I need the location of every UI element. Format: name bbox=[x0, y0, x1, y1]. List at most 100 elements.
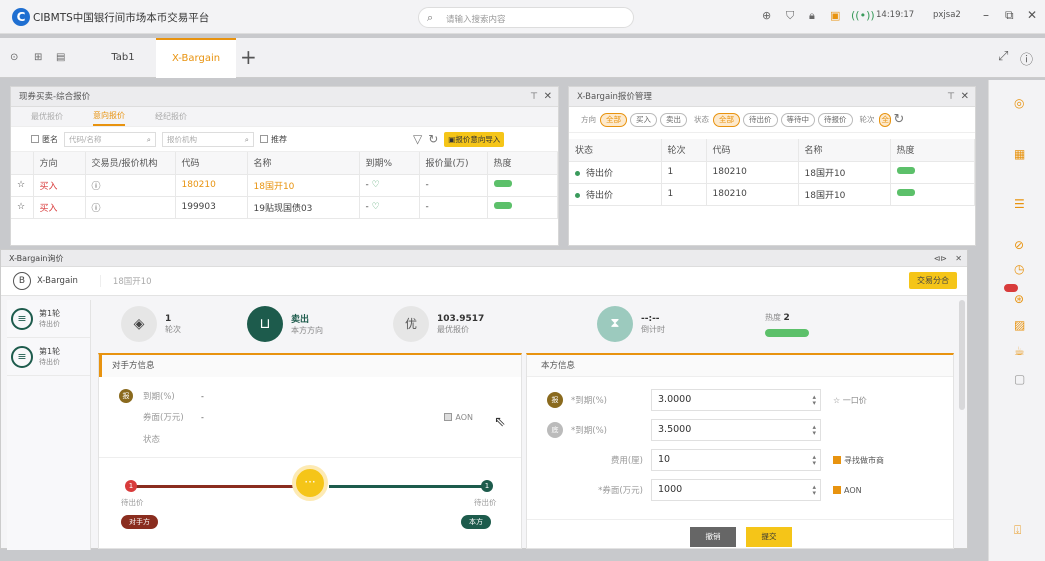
table-row[interactable]: 待出价 1 180210 18国开10 bbox=[569, 183, 975, 206]
shirt-icon[interactable]: ⛉ bbox=[786, 9, 794, 23]
pill-to-quote[interactable]: 待报价 bbox=[818, 112, 853, 127]
grid-icon[interactable]: ⊞ bbox=[34, 52, 42, 63]
quote-panel: 现券买卖-综合报价 ⊤ ✕ 最优报价 意向报价 经纪报价 匿名 代码/名称 ⌕ 报… bbox=[10, 86, 559, 246]
close-icon[interactable]: ✕ bbox=[1027, 8, 1037, 22]
username[interactable]: pxjsa2 bbox=[933, 10, 961, 20]
fee-input[interactable]: 10 ▴ ▾ bbox=[651, 449, 821, 471]
name-cell: 18国开10 bbox=[798, 161, 891, 184]
floor-yield-input[interactable]: 3.5000 ▴ ▾ bbox=[651, 419, 821, 441]
round-item[interactable]: ≡ 第1轮 待出价 bbox=[7, 338, 90, 376]
pill-buy[interactable]: 买入 bbox=[630, 112, 657, 127]
code-input[interactable]: 代码/名称 ⌕ bbox=[64, 131, 156, 147]
anon-checkbox[interactable]: 匿名 bbox=[31, 134, 58, 145]
col-header: 状态 bbox=[569, 139, 662, 162]
pill-pending[interactable]: 待出价 bbox=[743, 112, 778, 127]
table-row[interactable]: 待出价 1 180210 18国开10 bbox=[569, 161, 975, 184]
bargain-dialog: X-Bargain询价 ⊲⊳ ✕ B X-Bargain 18国开10 交易分合… bbox=[0, 249, 968, 550]
coin-icon[interactable]: ⊛ bbox=[1014, 292, 1024, 306]
tab-x-bargain[interactable]: X-Bargain bbox=[156, 38, 236, 78]
amount-input[interactable]: 1000 ▴ ▾ bbox=[651, 479, 821, 501]
close-icon[interactable]: ✕ bbox=[961, 87, 969, 107]
stat-countdown: ⧗ --:-- 倒计时 bbox=[597, 306, 665, 342]
heat-cell bbox=[890, 161, 975, 184]
refresh-icon[interactable]: ↻ bbox=[428, 132, 438, 146]
heat-cell bbox=[890, 183, 975, 206]
timeline-left-line bbox=[129, 485, 301, 488]
org-input[interactable]: 报价机构 ⌕ bbox=[162, 131, 254, 147]
amount-label: 券面(万元) bbox=[143, 413, 184, 423]
subtab-best[interactable]: 最优报价 bbox=[31, 111, 63, 122]
recommend-checkbox[interactable]: 推荐 bbox=[260, 134, 287, 145]
code-cell: 180210 bbox=[175, 174, 248, 197]
table-row[interactable]: ☆ 买入 ⓘ 180210 18国开10 - ♡ - bbox=[11, 174, 558, 197]
scrollbar[interactable] bbox=[959, 300, 965, 410]
close-icon[interactable]: ✕ bbox=[544, 87, 552, 107]
expand-icon[interactable]: ⤢ bbox=[998, 49, 1008, 64]
cancel-button[interactable]: 撤销 bbox=[690, 527, 736, 547]
aon-checkbox[interactable]: AON bbox=[444, 413, 473, 422]
layout-icon[interactable]: ▤ bbox=[56, 52, 65, 63]
stat-round: ◈ 1 轮次 bbox=[121, 306, 181, 342]
signal-icon[interactable]: ((•)) bbox=[851, 9, 875, 22]
close-icon[interactable]: ✕ bbox=[955, 254, 962, 263]
timeline-left-label: 待出价 bbox=[121, 498, 144, 507]
refresh-icon[interactable]: ↻ bbox=[894, 112, 905, 127]
star-icon[interactable]: ☆ bbox=[11, 196, 34, 219]
manage-panel-title: X-Bargain报价管理 bbox=[577, 92, 652, 102]
name-cell: 18国开10 bbox=[247, 174, 360, 197]
restore-icon[interactable]: ⧉ bbox=[1005, 8, 1014, 23]
minimize-icon[interactable]: – bbox=[983, 8, 989, 22]
box-icon[interactable]: ▢ bbox=[1014, 372, 1025, 386]
stat-direction: ⊔ 卖出 本方方向 bbox=[247, 306, 323, 342]
notification-badge bbox=[1004, 284, 1018, 292]
yield-input[interactable]: 3.0000 ▴ ▾ bbox=[651, 389, 821, 411]
tab-tab1[interactable]: Tab1 bbox=[90, 38, 156, 78]
lock-icon[interactable]: 🔒︎ bbox=[809, 9, 815, 23]
chat-icon[interactable]: ▣ bbox=[830, 9, 840, 22]
list-icon[interactable]: ☰ bbox=[1014, 197, 1025, 211]
pill-all[interactable]: 全部 bbox=[600, 112, 627, 127]
trader-icon: ⓘ bbox=[85, 174, 176, 197]
timeline-center-icon[interactable]: ··· bbox=[292, 465, 328, 501]
subtab-intent[interactable]: 意向报价 bbox=[93, 108, 125, 126]
star-icon[interactable]: ☆ bbox=[11, 174, 34, 197]
manage-panel-header: X-Bargain报价管理 ⊤ ✕ bbox=[569, 87, 975, 107]
pin-icon[interactable]: ⊤ bbox=[947, 87, 955, 107]
col-header: 交易员/报价机构 bbox=[85, 152, 176, 175]
subtab-broker[interactable]: 经纪报价 bbox=[155, 111, 187, 122]
help-market-checkbox[interactable]: 寻找做市商 bbox=[833, 455, 884, 466]
round-item[interactable]: ≡ 第1轮 待出价 bbox=[7, 300, 90, 338]
aon-checkbox[interactable]: AON bbox=[833, 486, 862, 495]
import-button[interactable]: ▣报价意向导入 bbox=[444, 131, 505, 147]
calendar-icon[interactable]: ▦ bbox=[1014, 147, 1025, 161]
settings-icon[interactable]: ⊙ bbox=[10, 52, 18, 63]
target-icon[interactable]: ◎ bbox=[1014, 96, 1024, 110]
app-logo-icon: C bbox=[12, 8, 30, 26]
pill-sell[interactable]: 卖出 bbox=[660, 112, 687, 127]
add-circle-icon[interactable]: ⊕ bbox=[762, 9, 771, 22]
quote-panel-title: 现券买卖-综合报价 bbox=[19, 92, 91, 102]
dock-icon[interactable]: ⊲⊳ bbox=[934, 254, 947, 263]
submit-button[interactable]: 提交 bbox=[746, 527, 792, 547]
dir-label: 方向 bbox=[581, 115, 596, 124]
pill-all[interactable]: 全部 bbox=[713, 112, 740, 127]
search-input[interactable]: ⌕ 请输入搜索内容 bbox=[418, 7, 634, 28]
clock-text: 14:19:17 bbox=[876, 10, 915, 20]
cup-icon[interactable]: ☕︎ bbox=[1014, 344, 1025, 358]
compass-icon[interactable]: ⊘ bbox=[1014, 238, 1024, 252]
one-price-toggle[interactable]: ☆ 一口价 bbox=[833, 395, 867, 406]
add-tab-button[interactable]: + bbox=[240, 45, 257, 69]
clock-icon[interactable]: ◷ bbox=[1014, 262, 1024, 276]
chart-icon[interactable]: ▨ bbox=[1014, 318, 1025, 332]
pin-icon[interactable]: ⊤ bbox=[530, 87, 538, 107]
filter-icon[interactable]: ▽ bbox=[413, 132, 422, 146]
pill-waiting[interactable]: 等待中 bbox=[780, 112, 815, 127]
bond-tab[interactable]: 18国开10 bbox=[99, 275, 152, 287]
own-tag: 本方 bbox=[461, 515, 491, 529]
help-icon[interactable]: ⓘ bbox=[1020, 49, 1033, 68]
best-icon: 优 bbox=[393, 306, 429, 342]
download-icon[interactable]: ⍗ bbox=[1014, 523, 1021, 538]
table-row[interactable]: ☆ 买入 ⓘ 199903 19贴现国债03 - ♡ - bbox=[11, 196, 558, 219]
trade-button[interactable]: 交易分合 bbox=[909, 272, 957, 289]
pill-all[interactable]: 全部 bbox=[878, 112, 891, 127]
